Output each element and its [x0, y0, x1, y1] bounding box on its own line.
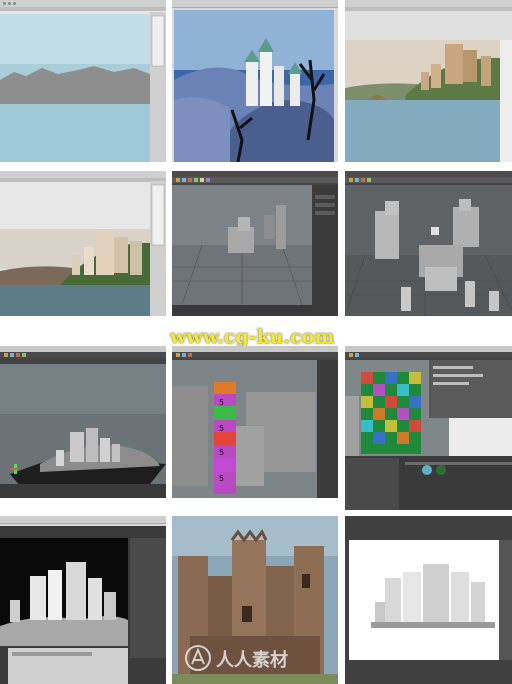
tile-castle-photo-island[interactable]	[345, 0, 512, 162]
tile-castle-painted-sketch[interactable]	[172, 0, 338, 162]
canvas-castle-island	[345, 40, 512, 162]
canvas-painted-castle	[174, 10, 334, 162]
uv-number-4: 5	[219, 474, 225, 483]
logo-text: 人人素材	[216, 649, 288, 671]
maya-viewport	[0, 364, 166, 498]
tile-white-castle-render[interactable]	[345, 516, 512, 684]
maya-viewport	[172, 360, 338, 498]
uv-number-2: 5	[219, 424, 225, 433]
tile-maya-blockout-simple[interactable]	[172, 171, 338, 316]
render-white	[345, 516, 512, 684]
watermark-logo: 人人素材	[182, 640, 332, 680]
tile-render-occlusion[interactable]	[0, 516, 166, 684]
uv-number-1: 5	[219, 398, 225, 407]
canvas-castle-cliff	[0, 181, 166, 316]
tile-maya-uv-checker-wall[interactable]	[345, 346, 512, 510]
logo-icon: 人人素材	[185, 645, 288, 671]
tile-maya-blockout-towers[interactable]	[345, 171, 512, 316]
tile-castle-on-cliff[interactable]	[0, 171, 166, 316]
maya-viewport	[172, 185, 338, 316]
tile-maya-castle-terrain[interactable]	[0, 346, 166, 498]
tile-water-horizon[interactable]	[0, 0, 166, 162]
watermark-url: www.cg-ku.com	[170, 326, 335, 348]
maya-viewport	[345, 185, 512, 316]
canvas-horizon	[0, 12, 166, 162]
maya-viewport	[345, 360, 512, 510]
uv-number-3: 5	[219, 448, 225, 457]
render-view	[0, 526, 166, 684]
tile-maya-uv-checker-tower[interactable]: 5 5 5 5	[172, 346, 338, 498]
